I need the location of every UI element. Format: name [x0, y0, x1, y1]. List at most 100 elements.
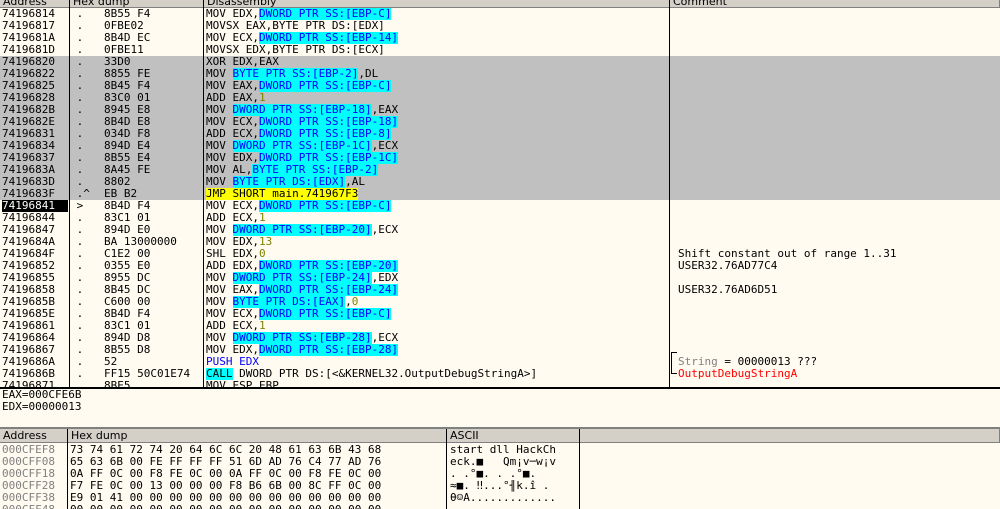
disassembly-pane[interactable]: Address Hex dump Disassembly Comment 741… [0, 0, 1000, 387]
column-header-comment[interactable]: Comment [670, 0, 1000, 8]
instruction-address[interactable]: 74196828 [2, 92, 68, 104]
instruction-address[interactable]: 74196825 [2, 80, 68, 92]
disasm-row[interactable]: 74196844 . 83C1 01 ADD ECX,1 [0, 212, 1000, 224]
opcode-bytes[interactable]: 83C1 01 [104, 212, 202, 224]
comment-text[interactable] [678, 104, 998, 116]
opcode-bytes[interactable]: 034D F8 [104, 128, 202, 140]
instruction-address[interactable]: 74196831 [2, 128, 68, 140]
instruction-address[interactable]: 74196844 [2, 212, 68, 224]
dump-ascii[interactable]: θ☺A............. [450, 492, 578, 504]
disasm-row[interactable]: 7419686B . FF15 50C01E74 CALL DWORD PTR DS… [0, 368, 1000, 380]
disasm-row[interactable]: 74196871 . 8BE5 MOV ESP,EBP [0, 380, 1000, 387]
instruction-address[interactable]: 74196841 [2, 200, 68, 212]
opcode-bytes[interactable]: 8802 [104, 176, 202, 188]
disasm-row[interactable]: 7419685B . C600 00 MOV BYTE PTR DS:[EAX],0 [0, 296, 1000, 308]
opcode-bytes[interactable]: 8B55 F4 [104, 8, 202, 20]
instruction-address[interactable]: 74196864 [2, 332, 68, 344]
disasm-row[interactable]: 74196858 . 8B45 DC MOV EAX,DWORD PTR SS:[E… [0, 284, 1000, 296]
instruction-text[interactable]: MOV BYTE PTR SS:[EBP-2],DL [206, 68, 666, 80]
opcode-bytes[interactable]: 8B4D EC [104, 32, 202, 44]
disasm-row[interactable]: 74196822 . 8855 FE MOV BYTE PTR SS:[EBP-2]… [0, 68, 1000, 80]
disasm-row[interactable]: 7419685E . 8B4D F4 MOV ECX,DWORD PTR SS:[E… [0, 308, 1000, 320]
dump-address[interactable]: 000CFF48 [2, 504, 66, 509]
disasm-row[interactable]: 7419681A . 8B4D EC MOV ECX,DWORD PTR SS:[E… [0, 32, 1000, 44]
instruction-address[interactable]: 74196837 [2, 152, 68, 164]
disasm-row[interactable]: 74196831 . 034D F8 ADD ECX,DWORD PTR SS:[E… [0, 128, 1000, 140]
instruction-text[interactable]: MOV EDX,DWORD PTR SS:[EBP-1C] [206, 152, 666, 164]
opcode-bytes[interactable]: 8B4D F4 [104, 308, 202, 320]
opcode-bytes[interactable]: 8945 E8 [104, 104, 202, 116]
instruction-text[interactable]: MOV DWORD PTR SS:[EBP-18],EAX [206, 104, 666, 116]
instruction-text[interactable]: MOV ESP,EBP [206, 380, 666, 387]
opcode-bytes[interactable]: 894D D8 [104, 332, 202, 344]
opcode-bytes[interactable]: 0355 E0 [104, 260, 202, 272]
dump-address[interactable]: 000CFF18 [2, 468, 66, 480]
comment-text[interactable] [678, 236, 998, 248]
comment-text[interactable]: String = 00000013 ??? [678, 356, 998, 368]
instruction-text[interactable]: ADD ECX,1 [206, 320, 666, 332]
instruction-address[interactable]: 74196858 [2, 284, 68, 296]
instruction-text[interactable]: MOV DWORD PTR SS:[EBP-1C],ECX [206, 140, 666, 152]
disasm-row[interactable]: 7419684F . C1E2 00 SHL EDX,0 Shift constant… [0, 248, 1000, 260]
comment-text[interactable] [678, 176, 998, 188]
comment-text[interactable] [678, 272, 998, 284]
comment-text[interactable] [678, 296, 998, 308]
opcode-bytes[interactable]: 0FBE11 [104, 44, 202, 56]
comment-text[interactable] [678, 56, 998, 68]
dump-ascii[interactable]: ................ [450, 504, 578, 509]
opcode-bytes[interactable]: 0FBE02 [104, 20, 202, 32]
opcode-bytes[interactable]: 52 [104, 356, 202, 368]
opcode-bytes[interactable]: 894D E4 [104, 140, 202, 152]
opcode-bytes[interactable]: 8B55 E4 [104, 152, 202, 164]
opcode-bytes[interactable]: 8B55 D8 [104, 344, 202, 356]
disasm-row[interactable]: 74196825 . 8B45 F4 MOV EAX,DWORD PTR SS:[E… [0, 80, 1000, 92]
dump-ascii[interactable]: start dll HackCh [450, 444, 578, 456]
disasm-row[interactable]: 74196852 . 0355 E0 ADD EDX,DWORD PTR SS:[E… [0, 260, 1000, 272]
comment-text[interactable] [678, 32, 998, 44]
instruction-address[interactable]: 7419681D [2, 44, 68, 56]
dump-hex-bytes[interactable]: 0A FF 0C 00 F8 FE 0C 00 0A FF 0C 00 F8 F… [70, 468, 444, 480]
dump-row[interactable]: 000CFF08 65 63 6B 00 FE FF FF FF 51 6D AD… [0, 456, 1000, 468]
disasm-row[interactable]: 7419684A . BA 13000000 MOV EDX,13 [0, 236, 1000, 248]
instruction-text[interactable]: MOV ECX,DWORD PTR SS:[EBP-14] [206, 32, 666, 44]
disasm-row[interactable]: 74196820 . 33D0 XOR EDX,EAX [0, 56, 1000, 68]
dump-header-hex-dump[interactable]: Hex dump [68, 429, 447, 443]
disasm-row[interactable]: 7419682E . 8B4D E8 MOV ECX,DWORD PTR SS:[E… [0, 116, 1000, 128]
instruction-text[interactable]: XOR EDX,EAX [206, 56, 666, 68]
opcode-bytes[interactable]: 894D E0 [104, 224, 202, 236]
instruction-text[interactable]: MOV ECX,DWORD PTR SS:[EBP-C] [206, 200, 666, 212]
instruction-address[interactable]: 74196817 [2, 20, 68, 32]
comment-text[interactable] [678, 200, 998, 212]
dump-address[interactable]: 000CFF08 [2, 456, 66, 468]
comment-text[interactable] [678, 80, 998, 92]
instruction-text[interactable]: MOV EAX,DWORD PTR SS:[EBP-C] [206, 80, 666, 92]
instruction-address[interactable]: 7419681A [2, 32, 68, 44]
memory-dump-pane[interactable]: Address Hex dump ASCII 000CFEF8 73 74 61 … [0, 427, 1000, 509]
opcode-bytes[interactable]: 8B45 F4 [104, 80, 202, 92]
instruction-text[interactable]: ADD EAX,1 [206, 92, 666, 104]
comment-text[interactable] [678, 344, 998, 356]
instruction-text[interactable]: MOV DWORD PTR SS:[EBP-28],ECX [206, 332, 666, 344]
instruction-address[interactable]: 7419686B [2, 368, 68, 380]
instruction-text[interactable]: ADD EDX,DWORD PTR SS:[EBP-20] [206, 260, 666, 272]
opcode-bytes[interactable]: FF15 50C01E74 [104, 368, 202, 380]
dump-hex-bytes[interactable]: E9 01 41 00 00 00 00 00 00 00 00 00 00 0… [70, 492, 444, 504]
instruction-address[interactable]: 74196871 [2, 380, 68, 387]
instruction-address[interactable]: 7419682B [2, 104, 68, 116]
comment-text[interactable] [678, 188, 998, 200]
column-header-address[interactable]: Address [0, 0, 70, 8]
opcode-bytes[interactable]: 8B4D E8 [104, 116, 202, 128]
comment-text[interactable] [678, 152, 998, 164]
instruction-text[interactable]: MOV DWORD PTR SS:[EBP-20],ECX [206, 224, 666, 236]
dump-ascii[interactable]: ≈■. ‼...°╢k.î . [450, 480, 578, 492]
instruction-text[interactable]: MOV ECX,DWORD PTR SS:[EBP-C] [206, 308, 666, 320]
comment-text[interactable] [678, 164, 998, 176]
comment-text[interactable] [678, 44, 998, 56]
comment-text[interactable] [678, 308, 998, 320]
dump-hex-bytes[interactable]: 65 63 6B 00 FE FF FF FF 51 6D AD 76 C4 7… [70, 456, 444, 468]
dump-hex-bytes[interactable]: 00 00 00 00 00 00 00 00 00 00 00 00 00 0… [70, 504, 444, 509]
disasm-row[interactable]: 74196864 . 894D D8 MOV DWORD PTR SS:[EBP-2… [0, 332, 1000, 344]
dump-header-ascii[interactable]: ASCII [447, 429, 580, 443]
disasm-row[interactable]: 7419683A . 8A45 FE MOV AL,BYTE PTR SS:[EBP… [0, 164, 1000, 176]
instruction-text[interactable]: MOV ECX,DWORD PTR SS:[EBP-18] [206, 116, 666, 128]
